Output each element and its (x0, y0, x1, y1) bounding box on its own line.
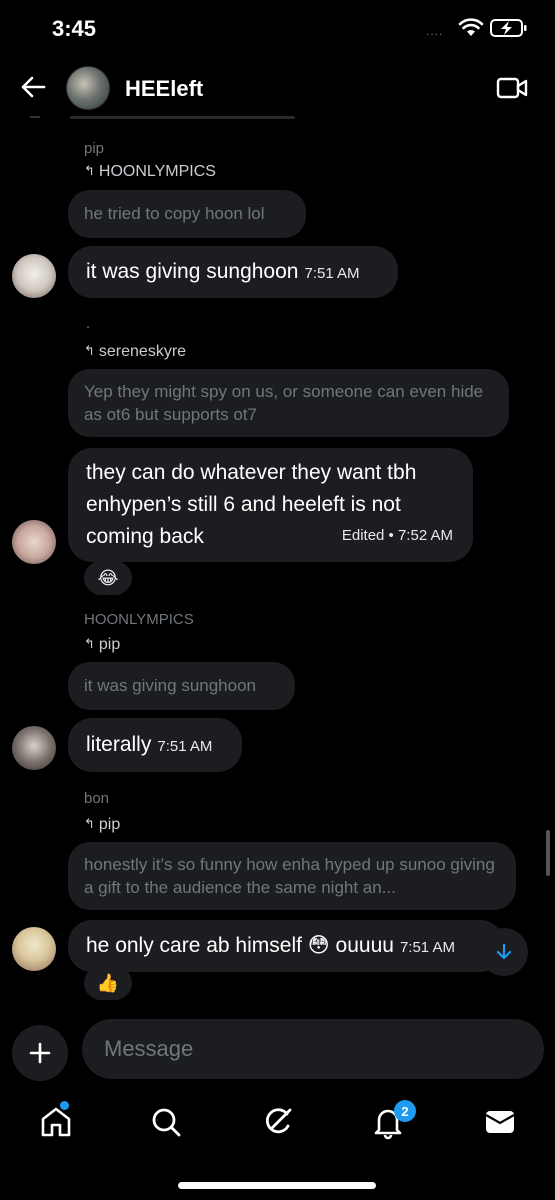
message-time: Edited • 7:52 AM (341, 527, 453, 544)
status-bar: 3:45 .... (0, 0, 555, 58)
quoted-message[interactable]: it was giving sunghoon (68, 662, 295, 710)
reply-target: pip (98, 816, 121, 833)
avatar[interactable] (12, 254, 56, 298)
quoted-message[interactable]: honestly it’s so funny how enha hyped up… (68, 842, 516, 910)
message-time: 7:51 AM (304, 265, 360, 282)
arrow-down-icon (496, 943, 512, 960)
search-icon[interactable] (148, 1104, 184, 1140)
home-indicator (178, 1182, 376, 1189)
message-text: it was giving sunghoon (86, 260, 299, 283)
thumbs-up-emoji-icon: 👍 (96, 972, 120, 993)
reaction-badge[interactable]: 😂 (84, 561, 132, 595)
sender-name: . (86, 315, 91, 332)
reply-target: sereneskyre (98, 343, 187, 360)
reply-arrow-icon: ↰ (84, 636, 95, 651)
reply-target: HOONLYMPICS (98, 163, 216, 180)
video-call-icon[interactable] (496, 76, 528, 100)
message-bubble[interactable]: they can do whatever they want tbh enhyp… (68, 448, 473, 562)
status-time: 3:45 (52, 16, 97, 41)
avatar[interactable] (12, 520, 56, 564)
message-text: literally (86, 733, 152, 756)
reply-indicator: ↰ pip (84, 636, 120, 654)
previous-message-edge (70, 116, 295, 119)
plus-icon (29, 1042, 51, 1064)
conversation-title[interactable]: HEEleft (125, 76, 203, 102)
message-bubble[interactable]: it was giving sunghoon 7:51 AM (68, 246, 398, 298)
wifi-icon (458, 18, 484, 36)
scroll-to-bottom-button[interactable] (480, 928, 528, 976)
laughing-emoji-icon: 😂 (97, 567, 119, 588)
reply-arrow-icon: ↰ (84, 816, 95, 831)
avatar[interactable] (12, 726, 56, 770)
avatar[interactable] (12, 927, 56, 971)
back-arrow-icon[interactable] (18, 72, 48, 102)
sender-name: pip (84, 140, 105, 157)
divider (30, 116, 40, 118)
reply-arrow-icon: ↰ (84, 343, 95, 358)
messages-icon[interactable] (482, 1104, 518, 1140)
new-posts-indicator (60, 1101, 69, 1110)
bottom-navigation (0, 1090, 555, 1160)
message-time: 7:51 AM (399, 939, 455, 956)
reply-arrow-icon: ↰ (84, 163, 95, 178)
sender-name: bon (84, 790, 110, 807)
message-text: he only care ab himself (86, 934, 302, 957)
home-icon[interactable] (38, 1104, 74, 1140)
reaction-badge[interactable]: 👍 (84, 966, 132, 1000)
reply-indicator: ↰ sereneskyre (84, 343, 186, 361)
message-bubble[interactable]: literally 7:51 AM (68, 718, 242, 772)
grok-icon[interactable] (260, 1104, 296, 1140)
message-input[interactable]: Message (82, 1019, 544, 1079)
reply-indicator: ↰ HOONLYMPICS (84, 163, 216, 181)
scrollbar[interactable] (546, 830, 550, 876)
conversation-header: HEEleft (0, 58, 555, 122)
message-time: 7:51 AM (157, 738, 213, 755)
message-bubble[interactable]: he only care ab himself 😳 ouuuu 7:51 AM (68, 920, 504, 972)
message-text-tail: ouuuu (335, 934, 394, 957)
reply-target: pip (98, 636, 121, 653)
quoted-message[interactable]: Yep they might spy on us, or someone can… (68, 369, 509, 437)
reply-indicator: ↰ pip (84, 816, 120, 834)
notification-badge: 2 (394, 1100, 416, 1122)
flushed-emoji-icon: 😳 (307, 934, 330, 957)
sender-name: HOONLYMPICS (84, 611, 194, 628)
quoted-message[interactable]: he tried to copy hoon lol (68, 190, 306, 238)
signal-icon: .... (426, 24, 444, 38)
add-attachment-button[interactable] (12, 1025, 68, 1081)
group-avatar[interactable] (66, 66, 110, 110)
battery-charging-icon (490, 19, 527, 37)
